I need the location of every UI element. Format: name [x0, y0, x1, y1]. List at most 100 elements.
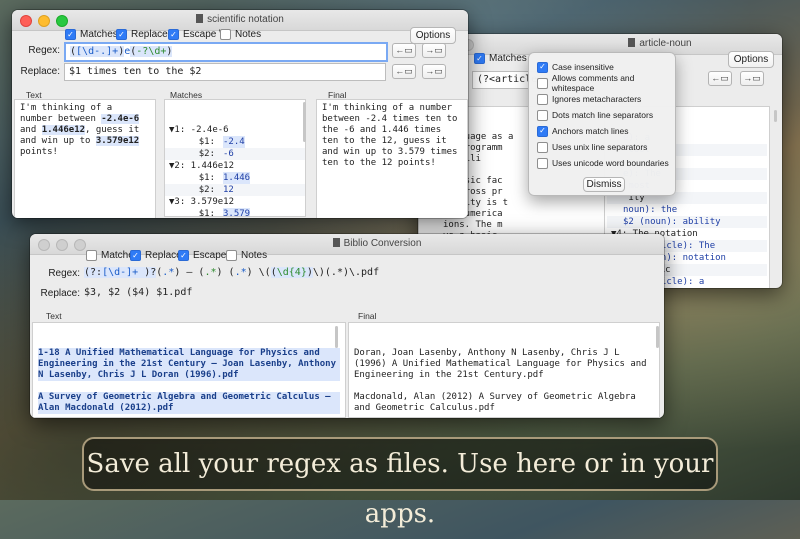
check-icon: ✓ [65, 29, 76, 40]
title-bar[interactable]: scientific notation [12, 10, 468, 31]
dismiss-button[interactable]: Dismiss [583, 177, 625, 192]
checkbox-empty [226, 250, 237, 261]
capture-label: $1: [198, 173, 215, 183]
copy-left-button[interactable]: ←▭ [392, 43, 416, 58]
check-icon: ✓ [474, 53, 485, 64]
scrollbar[interactable] [774, 110, 777, 122]
promo-banner: Save all your regex as files. Use here o… [82, 437, 718, 529]
menu-item-label: Allows comments and whitespace [551, 73, 635, 93]
notes-checkbox[interactable]: Notes [226, 250, 267, 261]
checkbox-empty [537, 93, 548, 105]
copy-left-button[interactable]: ←▭ [392, 64, 416, 79]
capture-row: $2: -6 [165, 148, 305, 160]
menu-item-label: Dots match line separators [552, 110, 654, 120]
options-button[interactable]: Options [728, 51, 774, 68]
capture-label: $1: [198, 209, 215, 217]
text-line: plexity is t [443, 198, 509, 208]
matches-checkbox[interactable]: ✓ Matches [65, 29, 118, 40]
copy-left-button[interactable]: ←▭ [708, 71, 732, 86]
menu-item-label: Uses unicode word boundaries [552, 158, 669, 168]
capture-value: -2.4 [223, 136, 245, 148]
capture-row: $2: 12 [165, 184, 305, 196]
capture-label: $2: [198, 149, 215, 159]
menu-item-label: Ignores metacharacters [552, 94, 642, 104]
document-icon [196, 14, 204, 23]
checkbox-empty [86, 250, 97, 261]
replace-label: Replace: [20, 66, 60, 77]
regex-field[interactable]: ([\d-.]+)e(-?\d+) [64, 42, 388, 62]
match-row: $2 (noun): ability [607, 216, 767, 228]
scrollbar[interactable] [335, 326, 338, 348]
match-group-row[interactable]: ▼2: 1.446e12 [165, 160, 305, 172]
regex-label: Regex: [48, 268, 80, 279]
check-icon: ✓ [168, 29, 179, 40]
menu-item-anchors-match-lines[interactable]: ✓ Anchors match lines [537, 123, 675, 139]
text-line: rm numerica [443, 209, 503, 219]
escape-checkbox[interactable]: ✓ Escape \s [168, 29, 227, 40]
menu-item-uses-unicode-word-boundaries[interactable]: Uses unicode word boundaries [537, 155, 675, 171]
capture-value: -6 [223, 149, 234, 159]
copy-right-button[interactable]: →▭ [422, 43, 446, 58]
text-pane[interactable]: I'm thinking of a number between -2.4e-6… [14, 99, 156, 218]
regex-field[interactable]: (?:[\d-]+ )?(.*) – (.*) (.*) \((\d{4})\)… [80, 265, 460, 282]
replace-checkbox[interactable]: ✓ Replace [116, 29, 168, 40]
match-row: noun): the [623, 205, 678, 215]
replace-field[interactable]: $1 times ten to the $2 [64, 63, 386, 81]
checkbox-empty [537, 109, 548, 121]
replace-label: Replace: [40, 288, 80, 299]
window-scientific-notation[interactable]: scientific notation ✓ Matches ✓ Replace ✓ E… [12, 10, 468, 218]
options-popover: ✓ Case insensitive Allows comments and whi… [528, 52, 676, 196]
menu-item-allows-comments-and-whitespace[interactable]: Allows comments and whitespace [537, 73, 675, 93]
checkbox-empty [537, 157, 548, 169]
capture-row: $1: -2.4 [165, 136, 305, 148]
final-header: Final [358, 311, 377, 321]
checkbox-empty [537, 141, 548, 153]
capture-value: 1.446 [223, 172, 251, 184]
scrollbar[interactable] [303, 102, 306, 142]
check-icon: ✓ [130, 250, 141, 261]
capture-row: $1: 3.579 [165, 208, 305, 217]
menu-item-label: Case insensitive [552, 62, 614, 72]
matches-pane[interactable]: ▼1: -2.4e-6 $1: -2.4 $2: -6 ▼2: 1.446e12 $1: 1.… [164, 99, 306, 217]
check-icon: ✓ [537, 61, 548, 73]
check-icon: ✓ [537, 125, 548, 137]
copy-right-button[interactable]: →▭ [422, 64, 446, 79]
menu-item-label: Uses unix line separators [552, 142, 648, 152]
capture-value: 12 [223, 185, 234, 195]
check-icon: ✓ [178, 250, 189, 261]
result-item: Doran, Joan Lasenby, Anthony N Lasenby, … [354, 348, 653, 380]
window-biblio-conversion[interactable]: Biblio Conversion Matches ✓ Replace ✓ Esca… [30, 234, 664, 418]
document-icon [332, 238, 340, 247]
copy-right-button[interactable]: →▭ [740, 71, 764, 86]
menu-item-label: Anchors match lines [552, 126, 629, 136]
checkbox-empty [220, 29, 231, 40]
check-icon: ✓ [116, 29, 127, 40]
matches-checkbox[interactable]: ✓ Matches [474, 53, 527, 64]
filename-item: A Survey of Geometric Algebra and Geomet… [38, 392, 340, 414]
match-group-row[interactable]: ▼3: 3.579e12 [165, 196, 305, 208]
capture-label: $1: [198, 137, 215, 147]
filename-item: 1-18 A Unified Mathematical Language for… [38, 348, 342, 381]
capture-label: $2: [198, 185, 215, 195]
capture-row: $1: 1.446 [165, 172, 305, 184]
document-icon [628, 38, 636, 47]
text-pane[interactable]: 1-18 A Unified Mathematical Language for… [32, 322, 346, 418]
options-button[interactable]: Options [410, 27, 456, 44]
window-title: scientific notation [207, 14, 284, 25]
scrollbar[interactable] [656, 326, 659, 348]
final-pane[interactable]: Doran, Joan Lasenby, Anthony N Lasenby, … [348, 322, 660, 418]
text-header: Text [46, 311, 62, 321]
match-group-row[interactable]: ▼1: -2.4e-6 [165, 124, 305, 136]
replace-checkbox[interactable]: ✓ Replace [130, 250, 182, 261]
text-line: ions. The m [443, 220, 503, 230]
menu-item-uses-unix-line-separators[interactable]: Uses unix line separators [537, 139, 675, 155]
window-title: article-noun [639, 38, 692, 49]
notes-checkbox[interactable]: Notes [220, 29, 261, 40]
checkbox-empty [537, 77, 548, 89]
replace-field[interactable]: $3, $2 ($4) $1.pdf [80, 285, 460, 302]
result-item: Macdonald, Alan (2012) A Survey of Geome… [354, 392, 642, 413]
window-title: Biblio Conversion [343, 238, 422, 249]
final-pane[interactable]: I'm thinking of a number between -2.4 ti… [316, 99, 468, 218]
menu-item-dots-match-line-separators[interactable]: Dots match line separators [537, 107, 675, 123]
menu-item-ignores-metacharacters[interactable]: Ignores metacharacters [537, 91, 675, 107]
